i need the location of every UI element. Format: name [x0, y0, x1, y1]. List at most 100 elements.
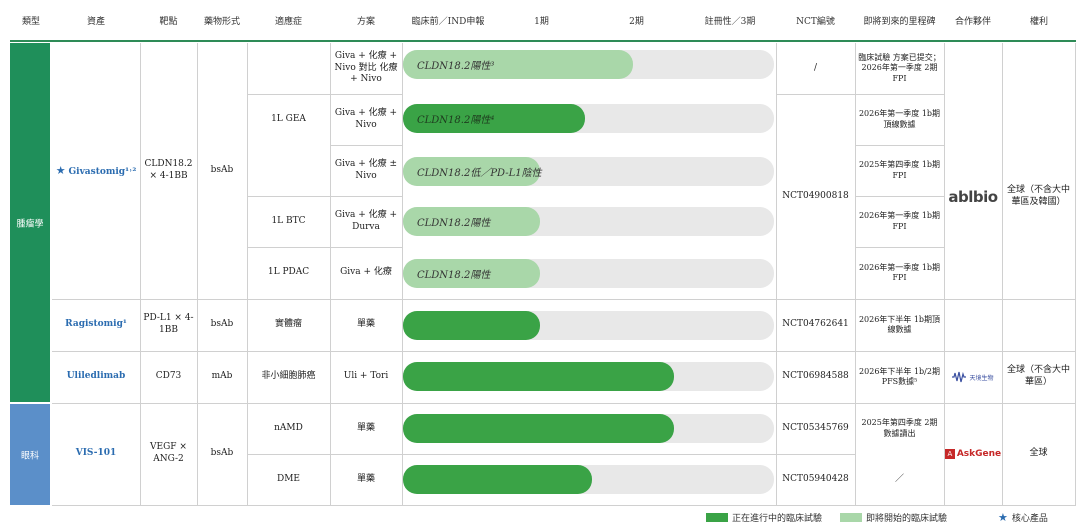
- grid-line: [1075, 43, 1076, 505]
- milestone-row-7: 2026年下半年 1b/2期PFS數據⁵: [859, 366, 940, 386]
- header-divider: [10, 40, 1076, 42]
- progress-bar-row-5: CLDN18.2陽性: [403, 259, 540, 288]
- header-nct: NCT編號: [796, 17, 835, 28]
- milestone-row-1: 臨床試驗 方案已提交；2026年第一季度 2期FPI: [858, 52, 941, 83]
- legend-ongoing-label: 正在進行中的臨床試驗: [732, 513, 823, 524]
- target-uliledlimab: CD73: [155, 371, 182, 382]
- legend-core: ★ 核心產品: [998, 510, 1048, 524]
- rights-uliledlimab: 全球（不含大中華區）: [1006, 365, 1070, 387]
- milestone-row-8: 2025年第四季度 2期 數據讀出: [861, 418, 938, 438]
- askgene-mark-icon: A: [944, 449, 955, 459]
- nct-row-1: /: [813, 62, 818, 73]
- legend-ongoing: 正在進行中的臨床試驗: [706, 510, 822, 524]
- regimen-row-2: Giva + 化療 + Nivo: [334, 107, 398, 130]
- modality-ragistomig: bsAb: [210, 319, 234, 330]
- indication-dme: DME: [276, 473, 300, 484]
- milestone-row-3: 2025年第四季度 1b期FPI: [858, 160, 941, 180]
- progress-bar-row-6: [403, 311, 540, 340]
- category-ophthalmology-label: 眼科: [20, 451, 39, 461]
- milestone-row-6: 2026年下半年 1b期頂線數據: [858, 314, 941, 334]
- legend-core-label: 核心產品: [1011, 513, 1048, 524]
- nct-dme[interactable]: NCT05940428: [776, 454, 855, 505]
- asset-ragistomig[interactable]: Ragistomig¹: [52, 299, 140, 351]
- nct-givastomig[interactable]: NCT04900818: [776, 94, 855, 299]
- bar-label-row-5: CLDN18.2陽性: [417, 270, 491, 281]
- core-product-star-icon: ★: [55, 163, 66, 177]
- ongoing-swatch: [706, 512, 728, 522]
- askgene-logo-text: AskGene: [956, 449, 1002, 459]
- asset-uliledlimab[interactable]: Uliledlimab: [52, 351, 140, 403]
- bar-label-row-2: CLDN18.2陽性⁴: [417, 115, 495, 126]
- core-star-icon: ★: [998, 510, 1008, 524]
- asset-givastomig-label: Givastomig¹˒²: [68, 166, 137, 177]
- progress-bar-row-2: CLDN18.2陽性⁴: [403, 104, 585, 133]
- progress-bar-row-7: [403, 362, 674, 391]
- upcoming-swatch: [840, 512, 862, 522]
- rights-vis101: 全球: [1029, 448, 1048, 459]
- bar-label-row-3: CLDN18.2低／PD-L1陰性: [417, 168, 542, 179]
- header-phase1: 1期: [534, 17, 549, 28]
- regimen-row-7: Uli + Tori: [343, 371, 389, 382]
- partner-ablbio-logo: ablbio: [944, 43, 1002, 351]
- header-asset: 資產: [86, 17, 105, 28]
- indication-nsclc: 非小細胞肺癌: [261, 371, 316, 382]
- indication-solid: 實體瘤: [274, 319, 302, 330]
- ablbio-logo-text: ablbio: [948, 188, 998, 206]
- milestone-row-4: 2026年第一季度 1b期FPI: [858, 211, 941, 231]
- legend-upcoming-label: 即將開始的臨床試驗: [866, 513, 948, 524]
- progress-bar-row-3: CLDN18.2低／PD-L1陰性: [403, 157, 542, 186]
- header-indication: 適應症: [274, 17, 302, 28]
- indication-btc: 1L BTC: [271, 215, 306, 226]
- regimen-row-3: Giva + 化療 ± Nivo: [334, 158, 398, 181]
- header-preclinical: 臨床前／IND申報: [411, 17, 485, 28]
- pipeline-table: 類型 資產 靶點 藥物形式 適應症 方案 臨床前／IND申報 1期 2期 註冊性…: [0, 0, 1080, 525]
- milestone-row-2: 2026年第一季度 1b期頂線數據: [858, 109, 941, 129]
- regimen-row-6: 單藥: [356, 319, 375, 330]
- modality-givastomig: bsAb: [210, 165, 234, 176]
- regimen-row-4: Giva + 化療 + Durva: [334, 209, 398, 232]
- legend-upcoming: 即將開始的臨床試驗: [840, 510, 947, 524]
- nct-uliledlimab[interactable]: NCT06984588: [776, 351, 855, 403]
- partner-askgene-logo: A AskGene: [944, 403, 1002, 505]
- indication-pdac: 1L PDAC: [267, 267, 310, 278]
- bar-label-row-4: CLDN18.2陽性: [417, 218, 491, 229]
- rights-givastomig: 全球（不含大中華區及韓國）: [1006, 185, 1070, 207]
- target-ragistomig: PD-L1 × 4-1BB: [143, 313, 194, 335]
- tianjing-logo-text: 天境生物: [969, 374, 994, 382]
- header-target: 靶點: [159, 17, 178, 28]
- progress-bar-row-1: CLDN18.2陽性³: [403, 50, 633, 79]
- header-regimen: 方案: [356, 17, 375, 28]
- header-rights: 權利: [1029, 17, 1048, 28]
- regimen-row-8: 單藥: [356, 422, 375, 433]
- progress-bar-row-9: [403, 465, 592, 494]
- milestone-row-5: 2026年第一季度 1b期FPI: [858, 262, 941, 282]
- regimen-row-1: Giva + 化療 + Nivo 對比 化療 + Nivo: [334, 50, 398, 85]
- header-phase3: 註冊性／3期: [704, 17, 756, 28]
- target-givastomig: CLDN18.2 × 4-1BB: [144, 159, 193, 181]
- header-modality: 藥物形式: [203, 17, 240, 28]
- asset-givastomig[interactable]: ★ Givastomig¹˒²: [52, 43, 140, 299]
- nct-ragistomig[interactable]: NCT04762641: [776, 299, 855, 351]
- modality-vis101: bsAb: [210, 448, 234, 459]
- category-ophthalmology: 眼科: [10, 404, 50, 505]
- grid-line: [52, 505, 1076, 506]
- tianjing-wave-icon: [952, 371, 967, 383]
- regimen-row-5: Giva + 化療: [340, 267, 392, 278]
- bar-label-row-1: CLDN18.2陽性³: [417, 61, 495, 72]
- header-partner: 合作夥伴: [954, 17, 991, 28]
- header-type: 類型: [21, 17, 40, 28]
- partner-tianjing-logo: 天境生物: [944, 351, 1002, 403]
- category-oncology: 腫瘤學: [10, 43, 50, 402]
- nct-namd[interactable]: NCT05345769: [776, 403, 855, 454]
- indication-gea: 1L GEA: [271, 113, 306, 124]
- indication-namd: nAMD: [274, 422, 303, 433]
- progress-bar-row-8: [403, 414, 674, 443]
- milestone-row-9: ／: [894, 473, 904, 484]
- asset-vis101[interactable]: VIS-101: [52, 403, 140, 505]
- regimen-row-9: 單藥: [356, 473, 375, 484]
- target-vis101: VEGF × ANG-2: [150, 442, 187, 464]
- header-phase2: 2期: [629, 17, 644, 28]
- modality-uliledlimab: mAb: [211, 371, 233, 382]
- category-oncology-label: 腫瘤學: [16, 219, 44, 229]
- header-milestone: 即將到來的里程碑: [863, 17, 936, 28]
